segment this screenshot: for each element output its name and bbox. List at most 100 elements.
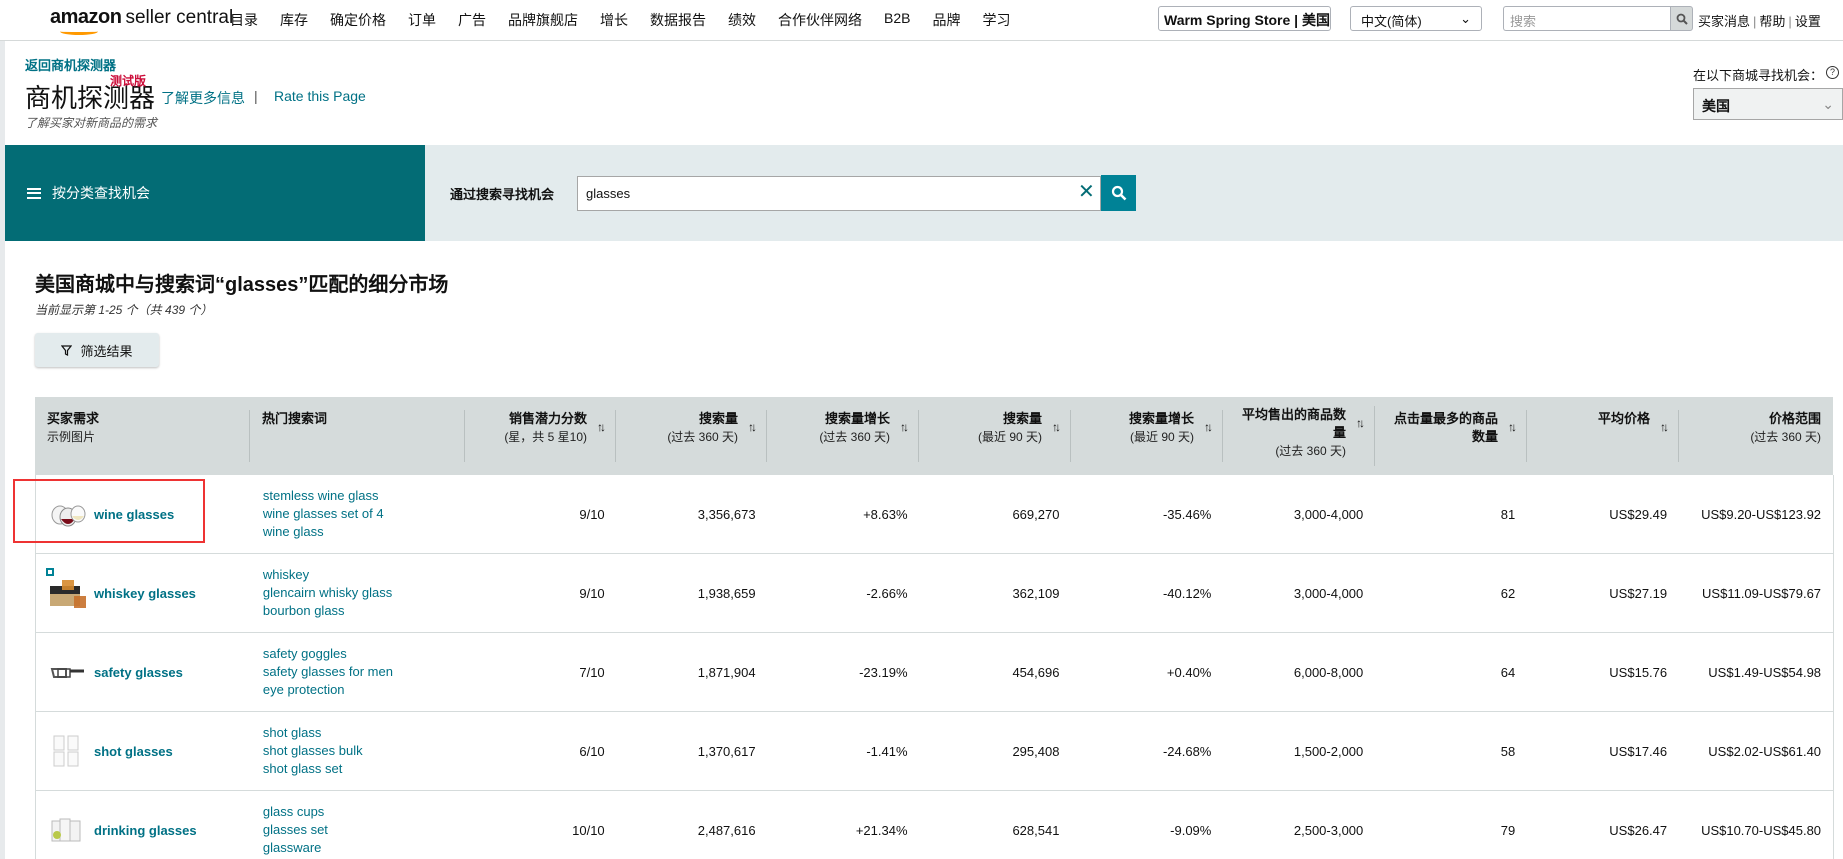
- table-right-border: [1833, 475, 1834, 859]
- store-switcher[interactable]: Warm Spring Store | 美国: [1158, 6, 1331, 31]
- language-select[interactable]: 中文(简体) ⌄: [1350, 6, 1482, 31]
- sales-potential-score-cell: 6/10: [579, 743, 605, 759]
- column-title: 价格范围: [1768, 411, 1821, 426]
- sort-icon[interactable]: ↑↓: [1508, 420, 1517, 434]
- search-term-link[interactable]: glassware: [263, 839, 454, 857]
- column-header[interactable]: 搜索量增长 (过去 360 天) ↑↓: [767, 410, 919, 462]
- sort-icon[interactable]: ↑↓: [900, 420, 909, 434]
- buyer-need-link[interactable]: safety glasses: [94, 665, 183, 680]
- search-term-link[interactable]: shot glass set: [263, 760, 454, 778]
- nav-item[interactable]: 增长: [600, 10, 628, 30]
- search-term-link[interactable]: safety glasses for men: [263, 663, 454, 681]
- avg-price-cell: US$29.49: [1609, 506, 1668, 522]
- clear-search-icon[interactable]: ✕: [1078, 179, 1095, 204]
- column-header-label: 销售潜力分数 (星，共 5 星10): [504, 410, 587, 446]
- search-term-link[interactable]: shot glasses bulk: [263, 742, 454, 760]
- search-growth-360-cell: -1.41%: [866, 743, 908, 759]
- marketplace-select[interactable]: 美国 ⌄: [1693, 88, 1843, 120]
- top-search-terms-cell: safety goggles safety glasses for men eye …: [251, 645, 466, 699]
- amazon-seller-central-logo[interactable]: amazon seller central: [50, 6, 234, 35]
- search-term-link[interactable]: stemless wine glass: [263, 487, 454, 505]
- column-header[interactable]: 搜索量 (最近 90 天) ↑↓: [919, 410, 1071, 462]
- search-icon: [1111, 185, 1126, 201]
- sort-icon[interactable]: ↑↓: [1052, 420, 1061, 434]
- buyer-need-link[interactable]: shot glasses: [94, 744, 173, 759]
- sort-icon[interactable]: ↑↓: [1204, 420, 1213, 434]
- avg-price-cell: US$17.46: [1609, 743, 1668, 759]
- search-term-link[interactable]: glass cups: [263, 803, 454, 821]
- search-term-link[interactable]: whiskey: [263, 566, 454, 584]
- nav-item[interactable]: 目录: [230, 10, 258, 30]
- nav-item[interactable]: B2B: [884, 10, 910, 30]
- search-term-link[interactable]: glencairn whisky glass: [263, 584, 454, 602]
- search-term-link[interactable]: glasses set: [263, 821, 454, 839]
- nav-item[interactable]: 广告: [458, 10, 486, 30]
- top-search-terms-cell: stemless wine glass wine glasses set of 4…: [251, 487, 466, 541]
- nav-item[interactable]: 品牌旗舰店: [508, 10, 578, 30]
- sales-potential-score-cell: 9/10: [579, 506, 605, 522]
- filter-results-button[interactable]: 筛选结果: [35, 333, 159, 367]
- avg-price-cell: US$27.19: [1609, 585, 1668, 601]
- help-link[interactable]: 帮助: [1759, 14, 1785, 29]
- column-subtitle: (过去 360 天): [1750, 430, 1821, 444]
- buyer-need-link[interactable]: whiskey glasses: [94, 586, 196, 601]
- highlight-annotation: [13, 479, 205, 543]
- search-term-link[interactable]: bourbon glass: [263, 602, 454, 620]
- buyer-need-link[interactable]: drinking glasses: [94, 823, 197, 838]
- search-term-link[interactable]: wine glasses set of 4: [263, 505, 454, 523]
- chevron-down-icon: ⌄: [1460, 11, 1471, 26]
- nav-item[interactable]: 绩效: [728, 10, 756, 30]
- top-clicked-products-cell: 62: [1500, 585, 1516, 601]
- back-link[interactable]: 返回商机探测器: [25, 55, 116, 74]
- search-term-link[interactable]: eye protection: [263, 681, 454, 699]
- keyword-search-input[interactable]: glasses: [577, 176, 1101, 211]
- logo-product: seller central: [125, 7, 234, 28]
- search-submit-button[interactable]: [1101, 175, 1136, 211]
- sort-icon[interactable]: ↑↓: [748, 420, 757, 434]
- safety-glasses-thumbnail: [48, 655, 88, 689]
- top-search-button[interactable]: [1670, 6, 1693, 31]
- nav-item[interactable]: 品牌: [932, 10, 960, 30]
- nav-item[interactable]: 合作伙伴网络: [778, 10, 862, 30]
- search-term-link[interactable]: wine glass: [263, 523, 454, 541]
- rate-page-link[interactable]: Rate this Page: [274, 88, 366, 104]
- column-header[interactable]: 搜索量 (过去 360 天) ↑↓: [616, 410, 767, 462]
- nav-item[interactable]: 订单: [408, 10, 436, 30]
- help-icon[interactable]: ?: [1826, 66, 1839, 79]
- top-search-input[interactable]: 搜索: [1503, 6, 1671, 31]
- column-header-label: 价格范围 (过去 360 天): [1750, 410, 1821, 446]
- browse-by-category-button[interactable]: 按分类查找机会: [5, 145, 425, 241]
- menu-icon: [27, 187, 41, 199]
- column-header-label: 点击量最多的商品数量: [1387, 410, 1498, 446]
- column-header[interactable]: 点击量最多的商品数量 ↑↓: [1375, 410, 1527, 462]
- column-header-label: 平均价格: [1598, 410, 1650, 428]
- search-growth-90-cell: -24.68%: [1162, 743, 1212, 759]
- nav-item[interactable]: 学习: [982, 10, 1010, 30]
- nav-item[interactable]: 确定价格: [330, 10, 386, 30]
- learn-more-link[interactable]: 了解更多信息: [161, 88, 245, 108]
- search-volume-90-cell: 362,109: [1012, 585, 1060, 601]
- search-volume-360-cell: 1,938,659: [697, 585, 756, 601]
- column-header[interactable]: 销售潜力分数 (星，共 5 星10) ↑↓: [465, 410, 616, 462]
- search-volume-360-cell: 2,487,616: [697, 822, 756, 838]
- sort-icon[interactable]: ↑↓: [1660, 420, 1669, 434]
- filter-results-label: 筛选结果: [80, 343, 133, 359]
- nav-item[interactable]: 库存: [280, 10, 308, 30]
- search-term-link[interactable]: safety goggles: [263, 645, 454, 663]
- search-volume-90-cell: 628,541: [1012, 822, 1060, 838]
- column-header[interactable]: 平均价格 ↑↓: [1527, 410, 1679, 462]
- settings-link[interactable]: 设置: [1795, 14, 1821, 29]
- sort-icon[interactable]: ↑↓: [597, 420, 606, 434]
- avg-price-cell: US$26.47: [1609, 822, 1668, 838]
- top-clicked-products-cell: 79: [1500, 822, 1516, 838]
- column-header[interactable]: 搜索量增长 (最近 90 天) ↑↓: [1071, 410, 1223, 462]
- column-subtitle: (星，共 5 星10): [504, 430, 587, 444]
- column-title: 搜索量: [1002, 411, 1042, 426]
- sort-icon[interactable]: ↑↓: [1356, 416, 1365, 430]
- column-title: 买家需求: [47, 411, 100, 426]
- amazon-smile-icon: [60, 28, 98, 35]
- search-term-link[interactable]: shot glass: [263, 724, 454, 742]
- column-header[interactable]: 平均售出的商品数量 (过去 360 天) ↑↓: [1223, 406, 1375, 466]
- buyer-messages-link[interactable]: 买家消息: [1698, 14, 1750, 29]
- nav-item[interactable]: 数据报告: [650, 10, 706, 30]
